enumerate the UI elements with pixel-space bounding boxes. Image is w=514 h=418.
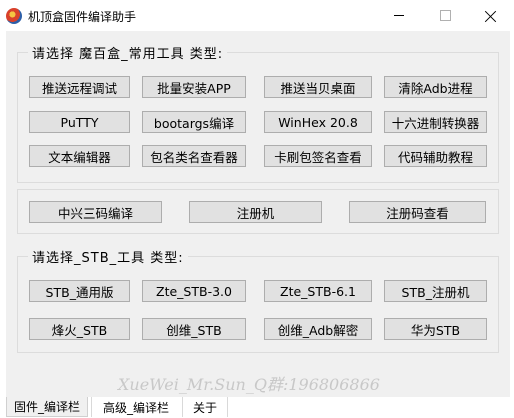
bootargs-compile-button[interactable]: bootargs编译: [142, 111, 246, 133]
putty-button[interactable]: PuTTY: [29, 111, 130, 133]
tab-strip: 固件_编译栏 高级_编译栏 关于: [0, 397, 514, 418]
maximize-icon: [439, 10, 451, 21]
keygen-button[interactable]: 注册机: [189, 201, 322, 223]
tab-firmware-compile[interactable]: 固件_编译栏: [6, 397, 88, 417]
push-dangbei-desktop-button[interactable]: 推送当贝桌面: [264, 76, 372, 98]
zte-three-code-compile-button[interactable]: 中兴三码编译: [29, 201, 162, 223]
tab-advanced-compile[interactable]: 高级_编译栏: [91, 397, 180, 417]
clear-adb-process-button[interactable]: 清除Adb进程: [384, 76, 487, 98]
app-logo-icon: [6, 8, 22, 24]
package-class-viewer-button[interactable]: 包名类名查看器: [142, 145, 246, 167]
stb-keygen-button[interactable]: STB_注册机: [384, 280, 487, 302]
main-panel: 请选择 魔百盒_常用工具 类型: 推送远程调试 批量安装APP 推送当贝桌面 清…: [6, 31, 510, 397]
package-signature-viewer-button[interactable]: 卡刷包签名查看: [264, 145, 372, 167]
window-title: 机顶盒固件编译助手: [28, 10, 137, 24]
common-tools-group-title: 请选择 魔百盒_常用工具 类型:: [28, 43, 228, 62]
close-button[interactable]: [468, 0, 514, 31]
title-bar: 机顶盒固件编译助手: [0, 0, 514, 31]
skyworth-stb-button[interactable]: 创维_STB: [142, 318, 246, 340]
huawei-stb-button[interactable]: 华为STB: [384, 318, 487, 340]
text-editor-button[interactable]: 文本编辑器: [29, 145, 130, 167]
zte-stb-6-button[interactable]: Zte_STB-6.1: [264, 280, 372, 302]
close-icon: [485, 10, 497, 22]
fiberhome-stb-button[interactable]: 烽火_STB: [29, 318, 130, 340]
maximize-button[interactable]: [422, 0, 468, 31]
minimize-icon: [394, 15, 404, 16]
minimize-button[interactable]: [376, 0, 422, 31]
batch-install-app-button[interactable]: 批量安装APP: [142, 76, 246, 98]
push-remote-debug-button[interactable]: 推送远程调试: [29, 76, 130, 98]
tab-about[interactable]: 关于: [182, 397, 228, 417]
hex-converter-button[interactable]: 十六进制转换器: [384, 111, 487, 133]
winhex-button[interactable]: WinHex 20.8: [264, 111, 372, 133]
stb-general-button[interactable]: STB_通用版: [29, 280, 130, 302]
zte-stb-3-button[interactable]: Zte_STB-3.0: [142, 280, 246, 302]
skyworth-adb-decrypt-button[interactable]: 创维_Adb解密: [264, 318, 372, 340]
code-tutorial-button[interactable]: 代码辅助教程: [384, 145, 487, 167]
author-watermark: XueWei_Mr.Sun_Q群:196806866: [118, 375, 380, 394]
stb-tools-group-title: 请选择_STB_工具 类型:: [28, 247, 188, 266]
reg-code-view-button[interactable]: 注册码查看: [349, 201, 486, 223]
